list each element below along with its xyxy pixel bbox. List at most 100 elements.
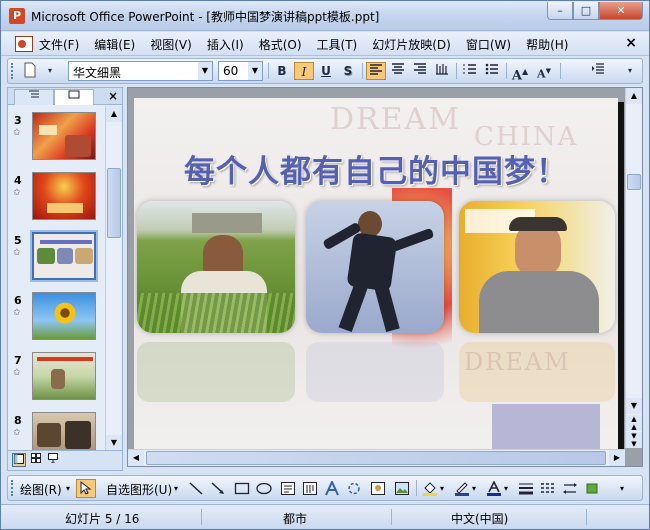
slideshow-view-icon[interactable] xyxy=(46,453,60,467)
fill-color-chevron-icon[interactable]: ▾ xyxy=(440,484,444,493)
maximize-button[interactable]: □ xyxy=(573,2,599,20)
slide-thumbnail-item[interactable]: 5 ✩ xyxy=(12,230,104,282)
menu-slideshow[interactable]: 幻灯片放映(D) xyxy=(372,36,451,53)
distribute-columns-icon[interactable] xyxy=(432,62,452,80)
text-box-icon[interactable] xyxy=(280,481,296,496)
insert-picture-icon[interactable] xyxy=(394,481,410,496)
slide-thumbnail[interactable] xyxy=(32,112,96,160)
scroll-left-icon[interactable]: ◀ xyxy=(128,450,144,466)
align-left-icon[interactable] xyxy=(366,62,386,80)
line-style-icon[interactable] xyxy=(518,481,534,496)
dash-style-icon[interactable] xyxy=(540,481,556,496)
scroll-up-icon[interactable]: ▲ xyxy=(106,106,122,122)
menu-edit[interactable]: 编辑(E) xyxy=(94,36,135,53)
photo-farmer[interactable] xyxy=(137,201,295,333)
font-name-select[interactable]: 华文细黑 ▼ xyxy=(68,61,213,81)
arrow-tool-icon[interactable] xyxy=(210,481,226,496)
photo-writer[interactable] xyxy=(459,201,615,333)
3d-style-icon[interactable] xyxy=(584,481,600,496)
slide-thumbnail[interactable] xyxy=(32,292,96,340)
slide-vertical-scrollbar[interactable]: ▲ ▼ ▲ ▲ ▼ ▼ xyxy=(625,88,642,448)
autoshapes-chevron-icon[interactable]: ▾ xyxy=(174,484,178,493)
line-tool-icon[interactable] xyxy=(188,481,204,496)
rectangle-tool-icon[interactable] xyxy=(234,481,250,496)
slide-horizontal-scrollbar[interactable]: ◀ ▶ xyxy=(128,449,625,466)
arrow-style-icon[interactable] xyxy=(562,481,578,496)
scroll-up-icon[interactable]: ▲ xyxy=(626,88,642,104)
fill-color-icon[interactable] xyxy=(422,481,438,496)
vertical-text-box-icon[interactable] xyxy=(302,481,318,496)
bold-button[interactable]: B xyxy=(272,62,292,80)
autoshapes-button[interactable]: 自选图形(U) xyxy=(106,481,172,498)
next-slide-icon[interactable]: ▼ ▼ xyxy=(626,432,642,448)
draw-chevron-icon[interactable]: ▾ xyxy=(66,484,70,493)
panel-close-icon[interactable]: × xyxy=(108,89,118,103)
photo-dancer[interactable] xyxy=(306,201,444,333)
normal-view-icon[interactable] xyxy=(12,453,26,467)
slide-thumbnail-item[interactable]: 7 ✩ xyxy=(12,352,104,402)
minimize-button[interactable]: – xyxy=(547,2,573,20)
scroll-down-icon[interactable]: ▼ xyxy=(626,398,642,414)
clip-art-icon[interactable] xyxy=(370,481,386,496)
menu-window[interactable]: 窗口(W) xyxy=(466,36,511,53)
document-menu-icon[interactable] xyxy=(15,36,33,52)
underline-button[interactable]: U xyxy=(316,62,336,80)
slide-thumbnail[interactable] xyxy=(32,172,96,220)
scroll-down-icon[interactable]: ▼ xyxy=(106,435,122,451)
wordart-icon[interactable] xyxy=(324,479,340,496)
bullet-list-icon[interactable] xyxy=(482,62,502,80)
line-color-icon[interactable] xyxy=(454,481,470,496)
outline-icon xyxy=(29,90,39,98)
language-indicator[interactable]: 中文(中国) xyxy=(451,510,508,527)
font-size-select[interactable]: 60 ▼ xyxy=(218,61,263,81)
font-dropdown-chevron-icon[interactable]: ▼ xyxy=(198,62,212,80)
diagram-icon[interactable] xyxy=(346,481,362,496)
drawbar-overflow-chevron-icon[interactable]: ▾ xyxy=(620,484,624,493)
numbered-list-icon[interactable] xyxy=(460,62,480,80)
menu-help[interactable]: 帮助(H) xyxy=(526,36,568,53)
new-document-icon[interactable] xyxy=(20,62,40,80)
tab-outline[interactable] xyxy=(14,89,54,105)
increase-font-size-icon[interactable]: A▲ xyxy=(510,62,530,83)
shadow-button[interactable]: S xyxy=(338,62,358,80)
slide-title[interactable]: 每个人都有自己的中国梦！ xyxy=(134,146,618,191)
menu-format[interactable]: 格式(O) xyxy=(259,36,302,53)
italic-button[interactable]: I xyxy=(294,62,314,80)
scroll-right-icon[interactable]: ▶ xyxy=(609,450,625,466)
menu-view[interactable]: 视图(V) xyxy=(150,36,192,53)
powerpoint-app-icon[interactable]: P xyxy=(9,8,25,24)
thumbnail-scrollbar[interactable]: ▲ ▼ xyxy=(105,106,122,451)
menu-insert[interactable]: 插入(I) xyxy=(207,36,244,53)
toolbar-overflow-chevron-icon[interactable]: ▾ xyxy=(620,62,640,80)
select-pointer-icon[interactable] xyxy=(76,479,96,498)
oval-tool-icon[interactable] xyxy=(256,481,272,496)
increase-indent-icon[interactable] xyxy=(588,62,608,80)
menu-tools[interactable]: 工具(T) xyxy=(317,36,358,53)
previous-slide-icon[interactable]: ▲ ▲ xyxy=(626,415,642,431)
scrollbar-thumb[interactable] xyxy=(107,168,121,238)
scrollbar-thumb[interactable] xyxy=(146,451,606,465)
draw-menu-button[interactable]: 绘图(R) xyxy=(20,481,62,498)
align-center-icon[interactable] xyxy=(388,62,408,80)
line-color-chevron-icon[interactable]: ▾ xyxy=(472,484,476,493)
slide-thumbnail-item[interactable]: 6 ✩ xyxy=(12,292,104,342)
size-dropdown-chevron-icon[interactable]: ▼ xyxy=(248,62,262,80)
scrollbar-thumb[interactable] xyxy=(627,174,641,190)
slide-sorter-view-icon[interactable] xyxy=(29,453,43,467)
align-right-icon[interactable] xyxy=(410,62,430,80)
document-close-icon[interactable]: × xyxy=(625,35,637,51)
close-button[interactable]: ✕ xyxy=(599,2,643,20)
font-color-icon[interactable] xyxy=(486,480,502,496)
toolbar-grip[interactable] xyxy=(11,63,14,79)
menu-file[interactable]: 文件(F) xyxy=(39,36,79,53)
slide-thumbnail-item[interactable]: 4 ✩ xyxy=(12,172,104,222)
slide-thumbnail[interactable] xyxy=(32,352,96,400)
toolbar-options-chevron-icon[interactable]: ▾ xyxy=(40,62,60,80)
slide-thumbnail-selected[interactable] xyxy=(30,230,98,282)
font-color-chevron-icon[interactable]: ▾ xyxy=(504,484,508,493)
toolbar-grip[interactable] xyxy=(11,480,14,496)
current-slide[interactable]: DREAM CHINA 每个人都有自己的中国梦！ DREAM xyxy=(134,98,618,450)
tab-slides[interactable] xyxy=(54,89,94,105)
slide-thumbnail-item[interactable]: 3 ✩ xyxy=(12,112,104,162)
decrease-font-size-icon[interactable]: A▼ xyxy=(534,62,554,81)
